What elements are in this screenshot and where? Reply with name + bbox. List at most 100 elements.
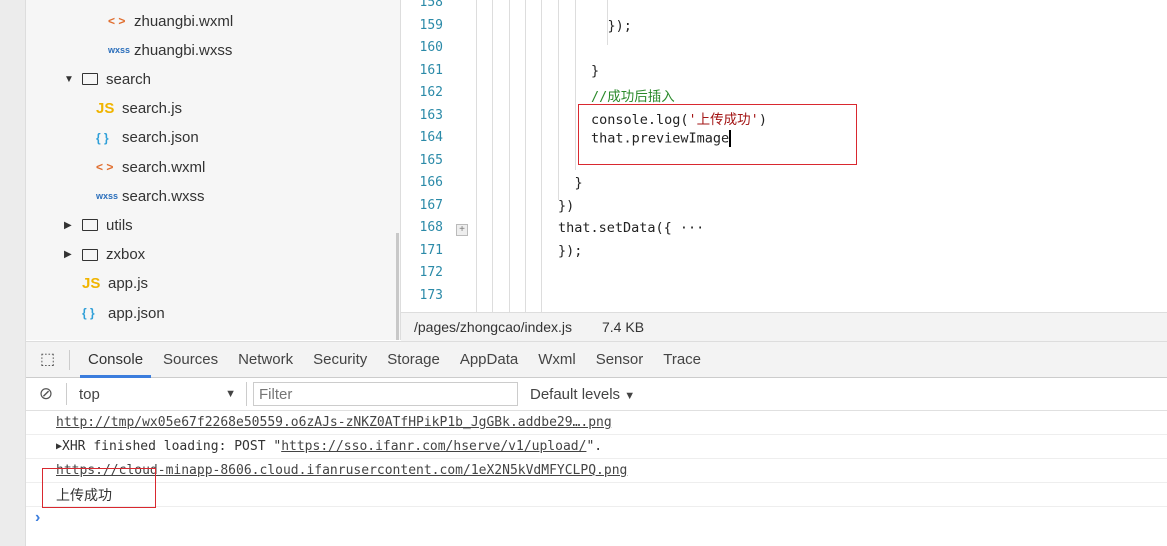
indent-guide <box>509 0 510 312</box>
code-text: ··· <box>671 220 705 236</box>
tab-console[interactable]: Console <box>78 342 153 378</box>
line-number: 164 <box>419 130 443 145</box>
tree-item[interactable]: ▶ utils <box>64 213 133 237</box>
log-levels-select[interactable]: Default levels ▼ <box>530 386 635 403</box>
tree-item[interactable]: ▶ zxbox <box>64 243 145 267</box>
file-size: 7.4 KB <box>602 319 645 335</box>
clear-console-icon[interactable]: ⊘ <box>26 384 66 404</box>
xhr-suffix: ". <box>586 439 603 454</box>
devtools-tabs: ⬚ Console Sources Network Security Storage Ap… <box>26 342 1167 378</box>
console-message: 上传成功 <box>26 483 1167 507</box>
tree-item[interactable]: JS search.js <box>96 97 182 121</box>
file-path: /pages/zhongcao/index.js <box>414 319 572 335</box>
code-text: //成功后插入 <box>591 89 675 105</box>
line-number: 166 <box>419 175 443 190</box>
line-number: 159 <box>419 17 443 33</box>
line-number: 160 <box>419 40 443 55</box>
json-icon: { } <box>82 306 95 320</box>
code-text: }) <box>558 197 575 214</box>
line-number: 167 <box>419 197 443 213</box>
tab-trace[interactable]: Trace <box>653 342 711 378</box>
folder-open-icon <box>82 73 98 86</box>
line-number: 158 <box>419 0 443 10</box>
indent-guide <box>525 0 526 312</box>
console-link[interactable]: http://tmp/wx05e67f2268e50559.o6zAJs-zNK… <box>56 415 612 430</box>
caret-right-icon[interactable]: ▶ <box>64 220 82 231</box>
indent-guide <box>541 0 542 312</box>
levels-label: Default levels <box>530 385 621 403</box>
tree-item-label: zhuangbi.wxml <box>134 12 234 30</box>
highlight-box-console <box>42 468 156 508</box>
tree-item-label: search.wxml <box>122 158 206 176</box>
indent-guide <box>492 0 493 312</box>
console-message: ▶ XHR finished loading: POST " https://sso… <box>26 435 1167 459</box>
wxml-icon: < > <box>108 14 126 28</box>
tree-item[interactable]: ▼ search <box>64 67 151 91</box>
sidebar-scrollbar[interactable] <box>396 233 399 340</box>
line-number: 162 <box>419 85 443 100</box>
tree-item[interactable]: < > zhuangbi.wxml <box>108 9 233 33</box>
code-line: that.setData({ ··· <box>558 220 704 236</box>
tab-network[interactable]: Network <box>228 342 303 378</box>
context-select[interactable]: top ▼ <box>66 383 244 405</box>
tree-item-label: app.js <box>108 275 149 293</box>
indent-guide <box>476 0 477 312</box>
code-line: //成功后插入 <box>591 85 675 105</box>
code-text: } <box>591 62 600 79</box>
tree-item[interactable]: { } search.json <box>96 126 199 150</box>
tab-security[interactable]: Security <box>303 342 377 378</box>
tree-item-label: search.js <box>122 100 183 118</box>
line-number: 171 <box>419 242 443 258</box>
wxss-icon: wxss <box>108 45 131 56</box>
filter-input[interactable] <box>253 382 518 406</box>
folder-icon <box>82 219 98 232</box>
folder-icon <box>82 248 98 261</box>
console-link[interactable]: https://sso.ifanr.com/hserve/v1/upload/ <box>281 439 586 454</box>
code-text: }); <box>558 242 583 259</box>
line-number: 173 <box>419 287 443 303</box>
code-line: } <box>591 63 599 79</box>
tab-appdata[interactable]: AppData <box>450 342 528 378</box>
tab-sources[interactable]: Sources <box>153 342 228 378</box>
xhr-prefix: XHR finished loading: POST " <box>62 439 282 454</box>
tree-item[interactable]: wxss zhuangbi.wxss <box>108 38 232 62</box>
indent-guide <box>575 0 576 170</box>
indent-guide <box>558 0 559 200</box>
code-line: }); <box>608 18 632 34</box>
tab-storage[interactable]: Storage <box>377 342 450 378</box>
tree-item-label: app.json <box>108 304 165 322</box>
line-number: 163 <box>419 107 443 123</box>
js-icon: JS <box>96 100 115 118</box>
caret-right-icon[interactable]: ▶ <box>64 249 82 260</box>
console-toolbar: ⊘ top ▼ Default levels ▼ <box>26 378 1167 411</box>
line-number: 168 <box>419 220 443 235</box>
tree-item-label: zxbox <box>106 246 146 264</box>
file-tree: < > zhuangbi.wxml wxss zhuangbi.wxss ▼ search… <box>26 0 401 340</box>
tree-item-label: search.json <box>122 129 199 147</box>
json-icon: { } <box>96 130 109 145</box>
console-message: https://cloud-minapp-8606.cloud.ifanruse… <box>26 459 1167 483</box>
dropdown-arrow-icon: ▼ <box>225 388 236 400</box>
tree-item[interactable]: wxss search.wxss <box>96 184 205 208</box>
tree-item-label: search <box>106 70 152 88</box>
caret-down-icon[interactable]: ▼ <box>64 74 82 85</box>
code-line: }); <box>558 243 582 259</box>
line-number: 161 <box>419 62 443 78</box>
devtools-panel: ⬚ Console Sources Network Security Storage Ap… <box>26 341 1167 546</box>
context-value: top <box>79 385 100 403</box>
dropdown-arrow-icon: ▼ <box>624 389 636 402</box>
inspect-element-icon[interactable]: ⬚ <box>26 349 70 370</box>
tab-wxml[interactable]: Wxml <box>528 342 586 378</box>
tree-item-label: utils <box>106 216 133 234</box>
console-prompt[interactable]: › <box>26 507 1167 529</box>
code-text: that.setData({ <box>558 220 672 236</box>
code-text: }); <box>607 17 632 34</box>
tree-item[interactable]: { } app.json <box>82 301 165 325</box>
code-line: } <box>575 175 583 191</box>
highlight-box-code <box>578 104 857 165</box>
tree-item[interactable]: JS app.js <box>82 272 148 296</box>
tab-sensor[interactable]: Sensor <box>586 342 654 378</box>
code-text: } <box>574 175 583 191</box>
fold-expand-icon[interactable]: + <box>456 224 468 236</box>
tree-item[interactable]: < > search.wxml <box>96 155 205 179</box>
